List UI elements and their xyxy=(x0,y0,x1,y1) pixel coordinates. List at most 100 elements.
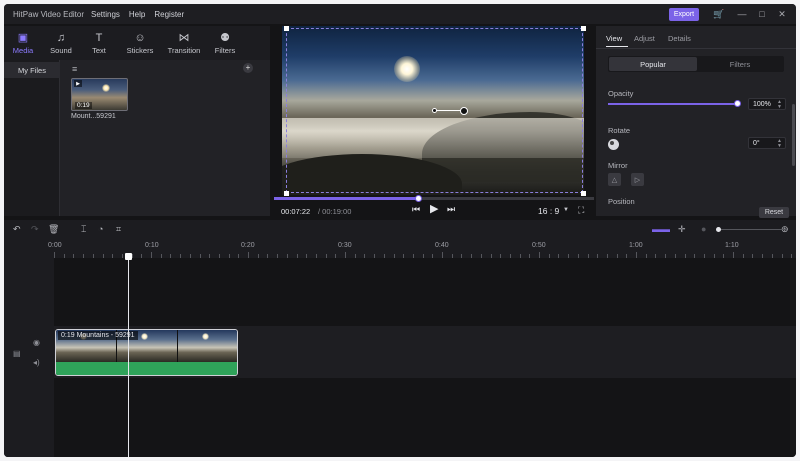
sort-icon[interactable]: ≡ xyxy=(72,64,77,74)
tab-transition[interactable]: ⋈ Transition xyxy=(162,26,206,60)
rotate-dial[interactable] xyxy=(608,139,619,150)
split-icon[interactable]: ⌶ xyxy=(81,224,86,235)
preview-progress-bar[interactable] xyxy=(274,195,594,202)
zoom-slider[interactable] xyxy=(717,229,787,230)
reset-button[interactable]: Reset xyxy=(759,207,789,218)
flip-vertical-icon[interactable]: ▷ xyxy=(631,173,644,186)
timeline-toolbar: ↶ ↷ 🗑 ⌶ ◔ ⌗ ▬▬ ✛ ● ⊕ xyxy=(4,220,796,240)
video-badge-icon: ▶ xyxy=(74,80,82,87)
current-time: 00:07:22 xyxy=(281,207,311,216)
bowtie-icon: ⋈ xyxy=(178,31,190,44)
panel-scrollbar[interactable] xyxy=(792,104,795,166)
tab-filters[interactable]: ⚉ Filters xyxy=(206,26,244,60)
flip-horizontal-icon[interactable]: △ xyxy=(608,173,621,186)
preview-panel: 00:07:22 / 00:19:00 ⏮ ▶ ⏭ 16 : 9 ▼ ⛶ xyxy=(272,26,594,216)
playhead-handle[interactable] xyxy=(125,253,132,260)
timeline-tracks: ▤ ◉ ◂) 0:19 Mountains - 59291 xyxy=(4,258,796,457)
next-frame-icon[interactable]: ⏭ xyxy=(447,204,455,215)
timeline-clip[interactable]: 0:19 Mountains - 59291 xyxy=(55,329,238,376)
ruler-label: 0:50 xyxy=(532,242,546,249)
minimize-icon[interactable]: — xyxy=(735,7,749,21)
stepper-icon[interactable]: ▲ ▼ xyxy=(777,139,782,149)
snap-icon[interactable]: ▬▬ xyxy=(652,224,670,234)
ruler-label: 1:00 xyxy=(629,242,643,249)
opacity-slider[interactable] xyxy=(608,103,736,105)
resize-handle[interactable] xyxy=(284,191,289,196)
divider xyxy=(596,48,796,49)
active-tab-underline xyxy=(606,46,628,47)
aspect-ratio-select[interactable]: 16 : 9 xyxy=(538,206,559,216)
chevron-down-icon[interactable]: ▼ xyxy=(563,207,569,213)
media-library: My Files ≡ + ▶ 0:19 Mount...59291 xyxy=(4,60,270,216)
motion-path-start[interactable] xyxy=(432,108,437,113)
playhead[interactable] xyxy=(128,258,129,457)
fullscreen-icon[interactable]: ⛶ xyxy=(578,205,584,216)
media-clip-thumbnail[interactable]: ▶ 0:19 xyxy=(71,78,128,111)
rotate-value: 0° xyxy=(753,139,760,147)
ruler-label: 0:00 xyxy=(48,242,62,249)
tab-details[interactable]: Details xyxy=(668,34,691,43)
play-icon[interactable]: ▶ xyxy=(430,202,438,215)
filter-circles-icon: ⚉ xyxy=(220,31,230,44)
speaker-icon[interactable]: ◂) xyxy=(33,358,40,367)
redo-icon[interactable]: ↷ xyxy=(31,224,39,235)
eye-icon[interactable]: ◉ xyxy=(33,338,40,347)
app-title: HitPaw Video Editor xyxy=(13,9,84,19)
zoom-slider-knob[interactable] xyxy=(716,227,721,232)
clip-frame xyxy=(178,330,237,362)
folder-my-files[interactable]: My Files xyxy=(4,62,60,78)
progress-fill xyxy=(274,197,418,200)
tab-text[interactable]: T Text xyxy=(80,26,118,60)
prev-frame-icon[interactable]: ⏮ xyxy=(412,204,420,215)
delete-icon[interactable]: 🗑 xyxy=(48,224,59,235)
stepper-icon[interactable]: ▲ ▼ xyxy=(777,100,782,110)
ruler-label: 0:30 xyxy=(338,242,352,249)
smiley-icon: ☺ xyxy=(134,31,146,44)
tab-adjust[interactable]: Adjust xyxy=(634,34,655,43)
mirror-label: Mirror xyxy=(608,161,628,170)
progress-knob[interactable] xyxy=(415,195,422,202)
speed-icon[interactable]: ◔ xyxy=(98,224,103,234)
segment-popular[interactable]: Popular xyxy=(609,57,697,71)
motion-path-end[interactable] xyxy=(460,107,468,115)
text-icon: T xyxy=(95,31,103,44)
film-icon: ▤ xyxy=(13,349,21,358)
menu-settings[interactable]: Settings xyxy=(91,10,120,19)
clip-label: 0:19 Mountains - 59291 xyxy=(58,331,138,340)
tab-media[interactable]: ▣ Media xyxy=(4,26,42,60)
zoom-out-icon[interactable]: ● xyxy=(701,224,706,234)
add-media-icon[interactable]: + xyxy=(243,63,253,73)
crop-icon[interactable]: ⌗ xyxy=(116,224,121,235)
clip-audio-waveform xyxy=(56,362,237,375)
opacity-slider-knob[interactable] xyxy=(734,100,741,107)
tab-transition-label: Transition xyxy=(167,45,201,55)
rotate-input[interactable]: 0° ▲ ▼ xyxy=(748,137,786,149)
sun-image xyxy=(141,333,148,340)
tab-filters-label: Filters xyxy=(214,45,236,55)
resize-handle[interactable] xyxy=(284,26,289,31)
music-note-icon: ♫ xyxy=(56,31,66,44)
resize-handle[interactable] xyxy=(581,191,586,196)
maximize-icon[interactable]: □ xyxy=(755,7,769,21)
timeline-ruler[interactable]: 0:00 0:10 0:20 0:30 0:40 0:50 1:00 1:10 xyxy=(4,240,796,258)
menu-register[interactable]: Register xyxy=(154,10,184,19)
tab-view[interactable]: View xyxy=(606,34,622,43)
export-button[interactable]: Export xyxy=(669,8,699,21)
menu-help[interactable]: Help xyxy=(129,10,145,19)
undo-icon[interactable]: ↶ xyxy=(13,224,21,235)
segment-filters[interactable]: Filters xyxy=(697,57,783,71)
ruler-label: 0:20 xyxy=(241,242,255,249)
tab-stickers-label: Stickers xyxy=(126,45,154,55)
title-bar: HitPaw Video Editor Settings Help Regist… xyxy=(4,4,796,24)
fit-icon[interactable]: ✛ xyxy=(678,224,686,235)
resize-handle[interactable] xyxy=(581,26,586,31)
preset-segment: Popular Filters xyxy=(608,56,784,72)
tab-stickers[interactable]: ☺ Stickers xyxy=(118,26,162,60)
opacity-input[interactable]: 100% ▲ ▼ xyxy=(748,98,786,110)
opacity-label: Opacity xyxy=(608,89,634,98)
tab-sound[interactable]: ♫ Sound xyxy=(42,26,80,60)
media-toolbar: ▣ Media ♫ Sound T Text ☺ Stickers ⋈ Tran… xyxy=(4,26,270,60)
cart-icon[interactable]: 🛒 xyxy=(712,7,726,21)
ruler-label: 0:10 xyxy=(145,242,159,249)
close-icon[interactable]: ✕ xyxy=(775,7,789,21)
